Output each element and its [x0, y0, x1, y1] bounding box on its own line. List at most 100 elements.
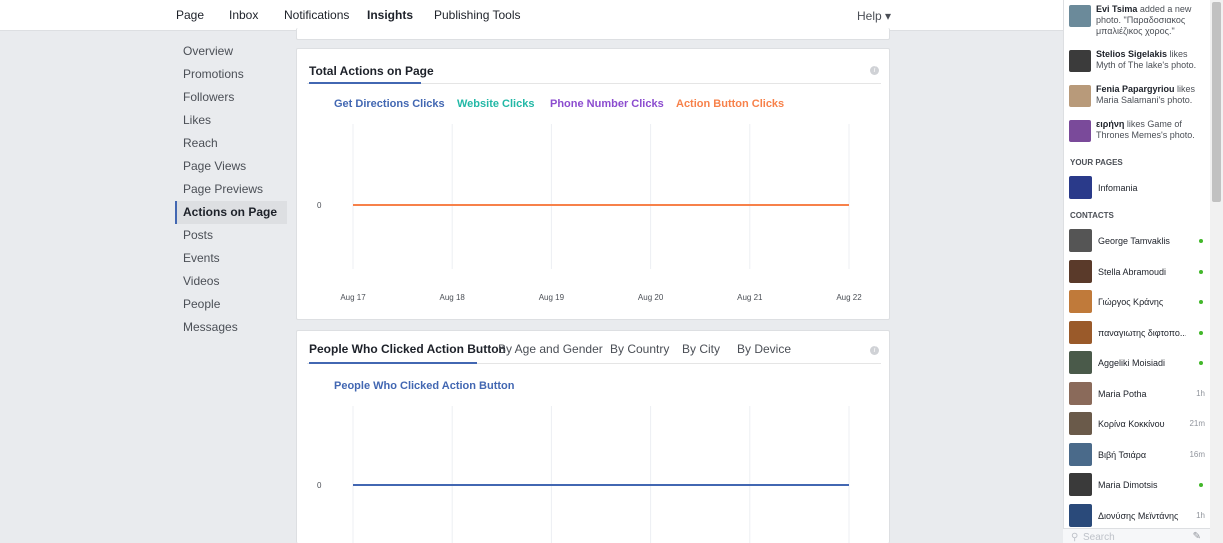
- top-navigation: Page Inbox Notifications Insights Publis…: [0, 0, 1210, 31]
- last-active-time: 16m: [1189, 449, 1205, 459]
- actions-line-chart: 0 Aug 17 Aug 18 Aug 19 Aug 20 Aug 21 Aug 22: [317, 124, 862, 302]
- sidebar-item-likes[interactable]: Likes: [175, 109, 287, 132]
- y-tick-label: 0: [317, 201, 322, 210]
- tab-country[interactable]: By Country: [610, 342, 669, 356]
- legend-phone-number-clicks[interactable]: Phone Number Clicks: [550, 98, 664, 110]
- contact-item[interactable]: Γιώργος Κράνης: [1069, 290, 1207, 314]
- contact-item[interactable]: Βιβή Τσιάρα 16m: [1069, 442, 1207, 467]
- online-status-dot: [1199, 361, 1203, 365]
- total-actions-card: Total Actions on Page i Get Directions C…: [296, 48, 890, 320]
- avatar: [1069, 320, 1092, 344]
- sidebar-item-promotions[interactable]: Promotions: [175, 63, 287, 86]
- sidebar-item-actions-on-page[interactable]: Actions on Page: [175, 201, 287, 224]
- sidebar-item-reach[interactable]: Reach: [175, 132, 287, 155]
- contact-item[interactable]: Stella Abramoudi: [1069, 259, 1207, 284]
- tab-people-who-clicked[interactable]: People Who Clicked Action Button: [309, 342, 506, 356]
- sidebar-item-posts[interactable]: Posts: [175, 224, 287, 247]
- people-clicked-line-chart: 0: [317, 406, 850, 543]
- compose-icon[interactable]: ✎: [1193, 531, 1201, 542]
- contact-item[interactable]: Κορίνα Κοκκίνου 21m: [1069, 412, 1207, 436]
- notification-actor: ειρήνη: [1096, 119, 1125, 129]
- avatar: [1069, 229, 1092, 252]
- avatar: [1069, 5, 1091, 27]
- previous-card-edge: [296, 28, 890, 40]
- contact-name: Βιβή Τσιάρα: [1098, 449, 1147, 460]
- page-scrollbar[interactable]: [1210, 0, 1223, 543]
- contact-name: Aggeliki Moisiadi: [1098, 358, 1166, 368]
- your-pages-heading: YOUR PAGES: [1070, 158, 1123, 167]
- active-tab-indicator: [309, 362, 477, 364]
- contact-name: Maria Potha: [1098, 388, 1147, 399]
- last-active-time: 1h: [1196, 388, 1205, 398]
- search-input[interactable]: Search: [1083, 532, 1115, 543]
- sidebar-item-page-views[interactable]: Page Views: [175, 155, 287, 178]
- contact-name: Maria Dimotsis: [1098, 480, 1158, 490]
- title-underline: [309, 82, 421, 84]
- sidebar-item-followers[interactable]: Followers: [175, 86, 287, 109]
- sidebar-item-videos[interactable]: Videos: [175, 270, 287, 293]
- legend-action-button-clicks[interactable]: Action Button Clicks: [676, 98, 784, 110]
- scrollbar-thumb[interactable]: [1212, 2, 1221, 202]
- x-tick-label: Aug 19: [539, 293, 565, 302]
- info-icon[interactable]: i: [870, 346, 879, 355]
- page-name: Infomania: [1098, 183, 1138, 193]
- insights-sidebar: Overview Promotions Followers Likes Reac…: [175, 40, 287, 339]
- page-item-infomania[interactable]: Infomania: [1069, 176, 1207, 200]
- contact-item[interactable]: Maria Dimotsis: [1069, 473, 1207, 497]
- avatar: [1069, 259, 1092, 283]
- contact-item[interactable]: Maria Potha 1h: [1069, 381, 1207, 406]
- info-icon[interactable]: i: [870, 66, 879, 75]
- online-status-dot: [1199, 239, 1203, 243]
- page-avatar: [1069, 176, 1092, 199]
- tab-age-gender[interactable]: By Age and Gender: [498, 342, 603, 356]
- avatar: [1069, 290, 1092, 313]
- sidebar-item-overview[interactable]: Overview: [175, 40, 287, 63]
- help-menu[interactable]: Help ▾: [857, 9, 891, 23]
- notification-actor: Stelios Sigelakis: [1096, 49, 1168, 59]
- contact-name: παναγιωτης διφτοπο...: [1098, 327, 1186, 338]
- sidebar-item-events[interactable]: Events: [175, 247, 287, 270]
- last-active-time: 21m: [1189, 419, 1205, 428]
- nav-publishing-tools[interactable]: Publishing Tools: [434, 8, 521, 22]
- nav-insights[interactable]: Insights: [367, 8, 413, 22]
- contact-name: Διονύσης Μεϊντάνης: [1098, 510, 1179, 521]
- contacts-heading: CONTACTS: [1070, 211, 1114, 220]
- x-tick-label: Aug 18: [440, 293, 466, 302]
- tab-device[interactable]: By Device: [737, 342, 791, 356]
- x-tick-label: Aug 21: [737, 293, 763, 302]
- notification-actor: Evi Tsima: [1096, 4, 1138, 14]
- nav-inbox[interactable]: Inbox: [229, 8, 258, 22]
- sidebar-item-messages[interactable]: Messages: [175, 316, 287, 339]
- avatar: [1069, 50, 1091, 72]
- action-button-card: People Who Clicked Action Button By Age …: [296, 330, 890, 543]
- last-active-time: 1h: [1196, 510, 1205, 520]
- legend-get-directions[interactable]: Get Directions Clicks: [334, 98, 445, 110]
- avatar: [1069, 381, 1092, 405]
- ticker-and-chat-sidebar: Evi Tsima added a new photo. "Παραδοσιακ…: [1063, 0, 1210, 543]
- y-tick-label: 0: [317, 481, 322, 490]
- tab-city[interactable]: By City: [682, 342, 720, 356]
- contact-item[interactable]: παναγιωτης διφτοπο...: [1069, 320, 1207, 345]
- sidebar-item-page-previews[interactable]: Page Previews: [175, 178, 287, 201]
- card-title: Total Actions on Page: [309, 64, 434, 78]
- nav-page[interactable]: Page: [176, 8, 204, 22]
- avatar: [1069, 412, 1092, 435]
- online-status-dot: [1199, 300, 1203, 304]
- avatar: [1069, 503, 1092, 527]
- online-status-dot: [1199, 330, 1203, 335]
- nav-notifications[interactable]: Notifications: [284, 8, 349, 22]
- contact-name: Γιώργος Κράνης: [1098, 297, 1164, 307]
- contact-item[interactable]: George Tamvaklis: [1069, 229, 1207, 253]
- online-status-dot: [1199, 269, 1203, 274]
- online-status-dot: [1199, 483, 1203, 487]
- notification-actor: Fenia Papargyriou: [1096, 84, 1175, 94]
- legend-website-clicks[interactable]: Website Clicks: [457, 98, 534, 110]
- contact-item[interactable]: Aggeliki Moisiadi: [1069, 351, 1207, 375]
- legend-people-who-clicked[interactable]: People Who Clicked Action Button: [334, 380, 514, 392]
- contact-item[interactable]: Διονύσης Μεϊντάνης 1h: [1069, 503, 1207, 528]
- x-tick-label: Aug 22: [836, 293, 862, 302]
- chat-search[interactable]: ⚲ Search ✎: [1063, 528, 1210, 543]
- contact-name: Stella Abramoudi: [1098, 266, 1167, 277]
- x-tick-label: Aug 17: [340, 293, 366, 302]
- sidebar-item-people[interactable]: People: [175, 293, 287, 316]
